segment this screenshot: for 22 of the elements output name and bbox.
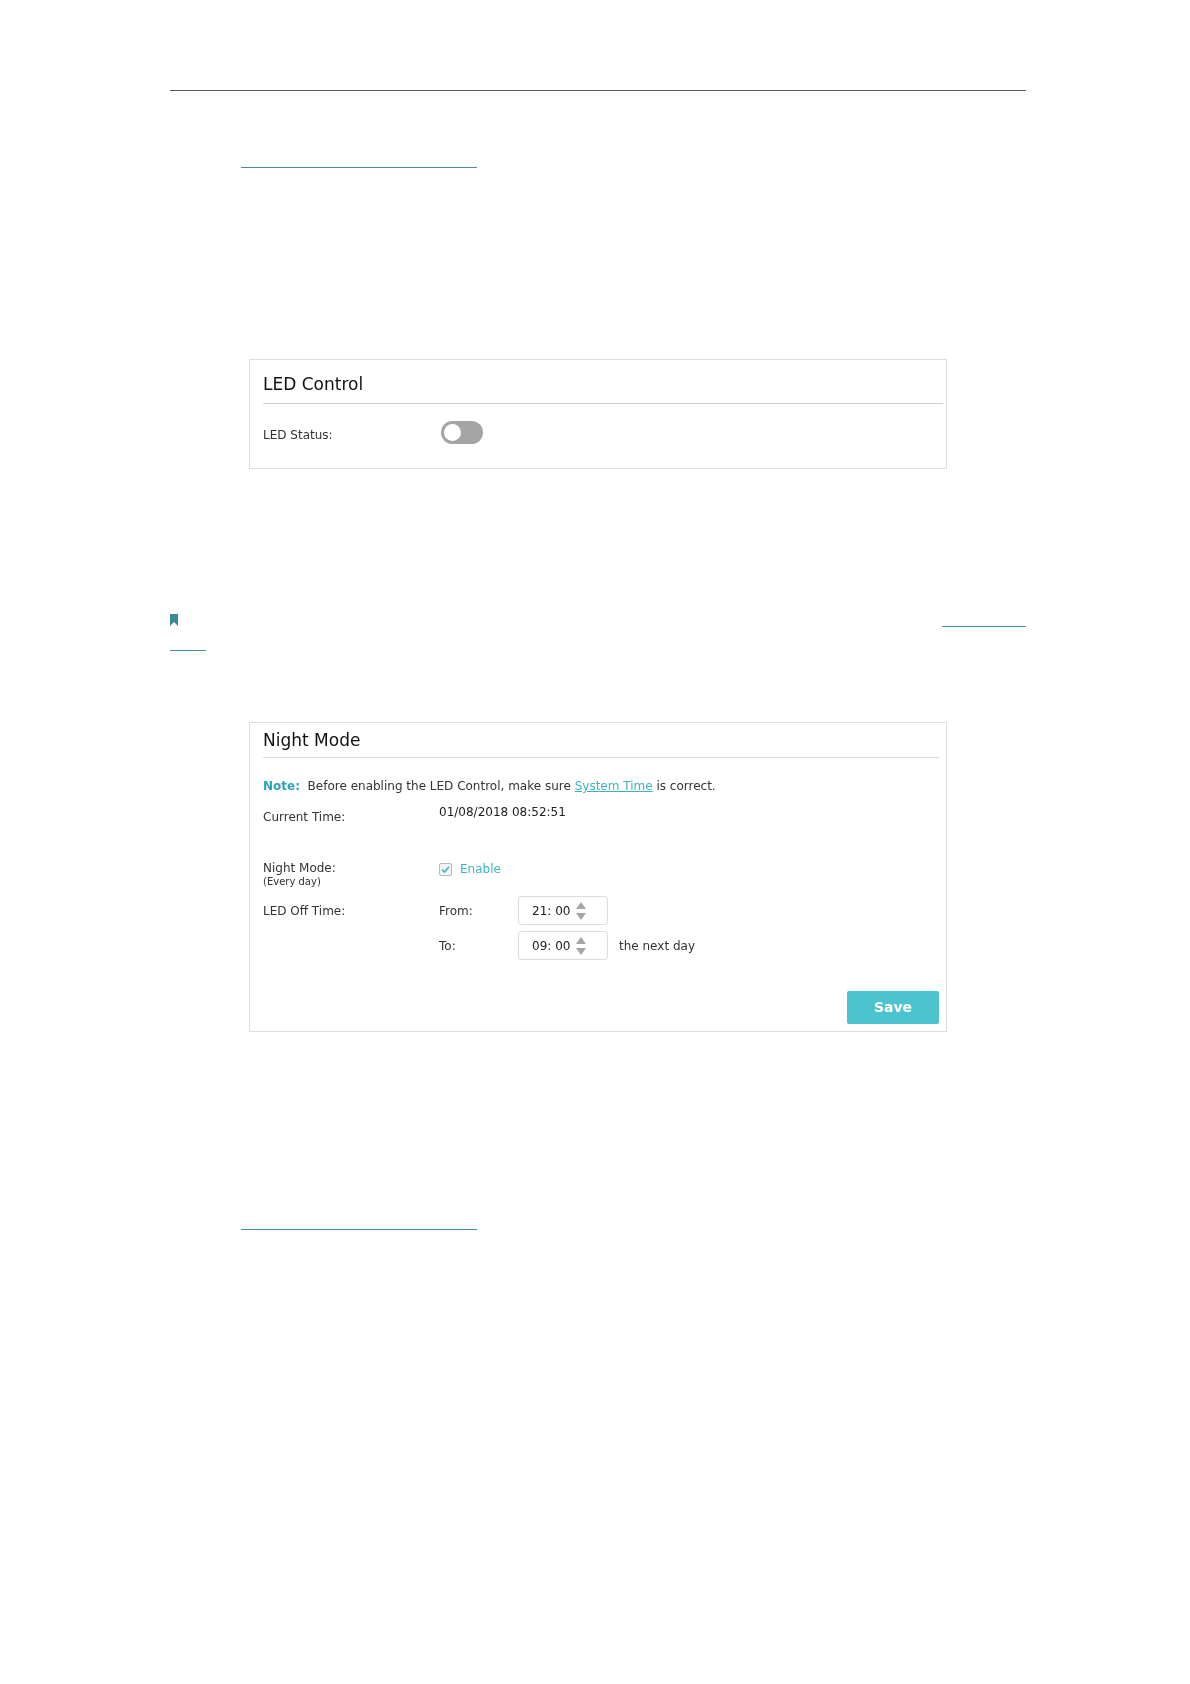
panel-title: Night Mode [263, 729, 362, 752]
time-input-field[interactable]: 09: 00 [518, 931, 608, 960]
field-sublabel: (Every day) [263, 876, 322, 887]
current-time-value: 01/08/2018 08:52:51 [439, 804, 566, 820]
bookmark-icon [170, 614, 178, 626]
checkbox[interactable] [439, 862, 452, 876]
save-button[interactable]: Save [847, 991, 939, 1024]
stepper-arrows-icon[interactable] [576, 936, 587, 955]
field-label: Night Mode: [263, 860, 337, 876]
system-time-link[interactable]: System Time [574, 779, 653, 793]
note-text: Note: Before enabling the LED Control, make sure System Time is correct. [263, 778, 717, 794]
field-label: To: [439, 937, 457, 954]
stepper-arrows-icon[interactable] [576, 901, 587, 920]
time-input-field[interactable]: 21: 00 [518, 896, 608, 925]
checkbox-label[interactable]: Enable [460, 861, 501, 877]
panel-title: LED Control [263, 373, 365, 396]
field-label: LED Off Time: [263, 902, 347, 919]
field-suffix: the next day [619, 937, 695, 954]
field-label: Current Time: [263, 809, 347, 825]
led-status-toggle[interactable] [441, 421, 483, 444]
field-label: LED Status: [263, 426, 334, 444]
field-label: From: [439, 902, 474, 919]
